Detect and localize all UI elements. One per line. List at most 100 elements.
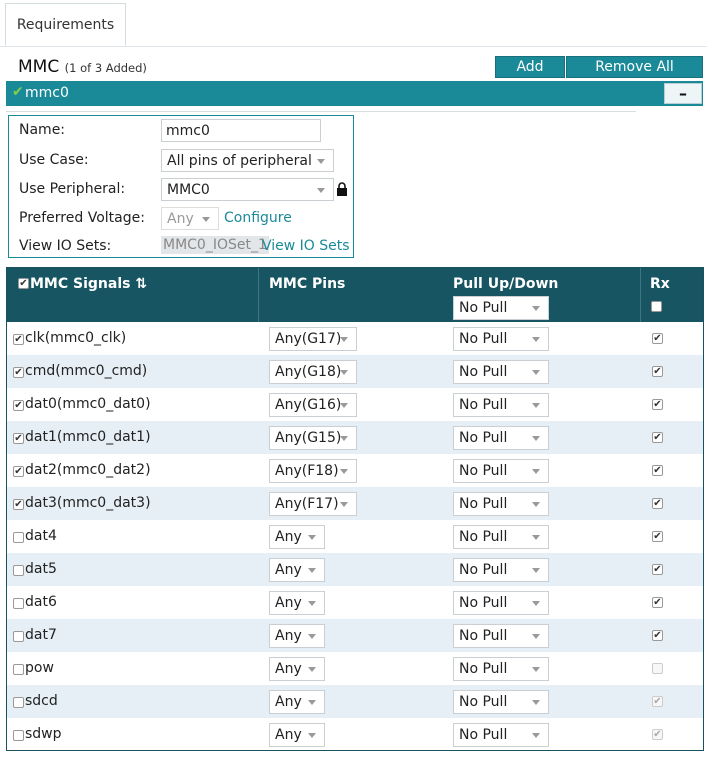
pull-select[interactable]: No Pull: [453, 690, 549, 714]
pin-value: Any: [275, 628, 302, 644]
pin-select[interactable]: Any: [269, 624, 325, 648]
signal-checkbox[interactable]: [13, 664, 24, 675]
io-set-value: MMC0_IOSet_1: [161, 236, 269, 254]
caret-down-icon: [532, 403, 540, 408]
pull-select[interactable]: No Pull: [453, 558, 549, 582]
table-row: pow Any No Pull: [7, 652, 703, 685]
caret-down-icon: [317, 158, 325, 164]
pin-select[interactable]: Any(G18): [269, 360, 357, 384]
table-row: ✔ dat0(mmc0_dat0) Any(G16) No Pull ✔: [7, 388, 703, 421]
rx-checkbox[interactable]: ✔: [652, 531, 663, 542]
rx-checkbox[interactable]: ✔: [652, 399, 663, 410]
add-button[interactable]: Add: [495, 56, 565, 78]
select-all-checkbox[interactable]: ✔: [18, 278, 29, 289]
pull-select[interactable]: No Pull: [453, 360, 549, 384]
table-row: ✔ dat2(mmc0_dat2) Any(F18) No Pull ✔: [7, 454, 703, 487]
rx-checkbox[interactable]: ✔: [652, 696, 663, 707]
name-input[interactable]: mmc0: [161, 119, 321, 142]
signal-checkbox[interactable]: ✔: [13, 466, 24, 477]
pin-select[interactable]: Any: [269, 558, 325, 582]
signal-checkbox[interactable]: ✔: [13, 334, 24, 345]
caret-down-icon: [308, 601, 316, 606]
signal-checkbox[interactable]: [13, 532, 24, 543]
signal-label: dat4: [25, 528, 57, 544]
pin-select[interactable]: Any: [269, 591, 325, 615]
rx-checkbox[interactable]: ✔: [652, 366, 663, 377]
pull-select[interactable]: No Pull: [453, 624, 549, 648]
rx-checkbox[interactable]: ✔: [652, 432, 663, 443]
tab-requirements[interactable]: Requirements: [5, 3, 126, 46]
rx-checkbox[interactable]: [652, 663, 663, 674]
signal-checkbox[interactable]: [13, 598, 24, 609]
pin-value: Any: [275, 661, 302, 677]
table-header: ✔ MMC Signals ⇅ MMC Pins Pull Up/Down No…: [7, 268, 703, 322]
rx-checkbox[interactable]: ✔: [652, 333, 663, 344]
rx-checkbox[interactable]: ✔: [652, 597, 663, 608]
pin-select[interactable]: Any: [269, 525, 325, 549]
caret-down-icon: [532, 370, 540, 375]
pin-value: Any(G18): [275, 364, 342, 380]
table-row: ✔ dat1(mmc0_dat1) Any(G15) No Pull ✔: [7, 421, 703, 454]
rx-checkbox[interactable]: ✔: [652, 630, 663, 641]
pin-value: Any: [275, 595, 302, 611]
voltage-select[interactable]: Any: [161, 207, 219, 230]
configure-link[interactable]: Configure: [224, 210, 292, 226]
signal-checkbox[interactable]: [13, 697, 24, 708]
pull-select[interactable]: No Pull: [453, 426, 549, 450]
pull-select[interactable]: No Pull: [453, 591, 549, 615]
table-row: sdcd Any No Pull ✔: [7, 685, 703, 718]
pin-select[interactable]: Any(G15): [269, 426, 357, 450]
pin-select[interactable]: Any: [269, 657, 325, 681]
use-peripheral-select[interactable]: MMC0: [161, 178, 334, 201]
sort-icon[interactable]: ⇅: [135, 276, 147, 292]
pin-value: Any(G16): [275, 397, 342, 413]
use-case-select[interactable]: All pins of peripheral: [161, 149, 334, 172]
caret-down-icon: [532, 535, 540, 540]
signal-checkbox[interactable]: ✔: [13, 433, 24, 444]
table-row: dat5 Any No Pull ✔: [7, 553, 703, 586]
caret-down-icon: [308, 568, 316, 573]
pull-value: No Pull: [459, 463, 508, 479]
signal-checkbox[interactable]: [13, 730, 24, 741]
instance-bar[interactable]: ✔ mmc0 –: [6, 81, 703, 106]
rx-checkbox[interactable]: ✔: [652, 498, 663, 509]
pull-select[interactable]: No Pull: [453, 393, 549, 417]
pull-value: No Pull: [459, 595, 508, 611]
pin-value: Any(F18): [275, 463, 339, 479]
pin-select[interactable]: Any: [269, 690, 325, 714]
use-case-label: Use Case:: [19, 152, 89, 168]
pull-value: No Pull: [459, 694, 508, 710]
header-pins: MMC Pins: [269, 276, 346, 292]
pin-value: Any: [275, 694, 302, 710]
header-pull: Pull Up/Down: [453, 276, 559, 292]
pin-select[interactable]: Any(F18): [269, 459, 357, 483]
table-row: ✔ dat3(mmc0_dat3) Any(F17) No Pull ✔: [7, 487, 703, 520]
pin-select[interactable]: Any(F17): [269, 492, 357, 516]
remove-all-button[interactable]: Remove All: [566, 56, 703, 78]
signal-checkbox[interactable]: ✔: [13, 499, 24, 510]
view-io-sets-link[interactable]: View IO Sets: [262, 238, 350, 254]
signal-checkbox[interactable]: ✔: [13, 400, 24, 411]
signal-label: dat6: [25, 594, 57, 610]
rx-checkbox[interactable]: ✔: [652, 465, 663, 476]
pin-select[interactable]: Any: [269, 723, 325, 747]
rx-all-checkbox[interactable]: [651, 301, 662, 312]
signal-checkbox[interactable]: ✔: [13, 367, 24, 378]
signal-checkbox[interactable]: [13, 631, 24, 642]
header-pull-select[interactable]: No Pull: [453, 296, 549, 320]
pin-select[interactable]: Any(G16): [269, 393, 357, 417]
caret-down-icon: [340, 469, 348, 474]
pull-select[interactable]: No Pull: [453, 657, 549, 681]
rx-checkbox[interactable]: ✔: [652, 564, 663, 575]
collapse-button[interactable]: –: [664, 83, 702, 104]
pin-select[interactable]: Any(G17): [269, 327, 357, 351]
pull-select[interactable]: No Pull: [453, 525, 549, 549]
signal-checkbox[interactable]: [13, 565, 24, 576]
pull-select[interactable]: No Pull: [453, 459, 549, 483]
instance-label: mmc0: [25, 85, 69, 101]
peripheral-name: MMC: [18, 57, 60, 77]
pull-select[interactable]: No Pull: [453, 327, 549, 351]
pull-select[interactable]: No Pull: [453, 723, 549, 747]
pull-select[interactable]: No Pull: [453, 492, 549, 516]
rx-checkbox[interactable]: ✔: [652, 729, 663, 740]
